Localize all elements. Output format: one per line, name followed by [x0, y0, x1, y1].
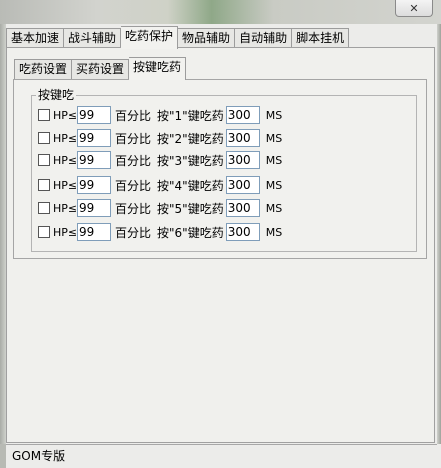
sub-tabbar: 吃药设置 买药设置 按键吃药 — [14, 57, 187, 80]
tab-combat-assist[interactable]: 战斗辅助 — [64, 28, 122, 48]
hp-percent-input[interactable] — [77, 199, 111, 217]
hotkey-row: HP≤ 百分比 按"4"键吃药 MS — [38, 174, 282, 196]
window-frame-right — [437, 24, 441, 444]
percent-label: 百分比 — [115, 153, 152, 168]
interval-ms-input[interactable] — [225, 223, 260, 241]
tab-basic-speed[interactable]: 基本加速 — [6, 28, 65, 48]
hp-percent-input[interactable] — [77, 176, 111, 194]
main-tabbar: 基本加速 战斗辅助 吃药保护 物品辅助 自动辅助 脚本挂机 — [6, 26, 350, 49]
hp-percent-input[interactable] — [77, 151, 111, 169]
hotkey-row: HP≤ 百分比 按"2"键吃药 MS — [38, 127, 282, 149]
hp-label: HP≤ — [53, 131, 78, 145]
hp-label: HP≤ — [53, 225, 78, 239]
interval-ms-input[interactable] — [225, 106, 260, 124]
ms-unit-label: MS — [265, 225, 283, 239]
hp-label: HP≤ — [53, 201, 78, 215]
enable-checkbox[interactable] — [38, 226, 50, 238]
percent-label: 百分比 — [115, 225, 152, 240]
percent-label: 百分比 — [115, 201, 152, 216]
hotkey-row: HP≤ 百分比 按"6"键吃药 MS — [38, 221, 282, 243]
close-button[interactable]: ✕ — [395, 0, 433, 17]
title-bar — [0, 0, 441, 24]
enable-checkbox[interactable] — [38, 109, 50, 121]
tab-item-assist[interactable]: 物品辅助 — [178, 28, 236, 48]
percent-label: 百分比 — [115, 178, 152, 193]
hp-label: HP≤ — [53, 153, 78, 167]
groupbox-title: 按键吃 — [36, 88, 77, 102]
interval-ms-input[interactable] — [225, 151, 260, 169]
ms-unit-label: MS — [265, 178, 283, 192]
subtab-hotkey-potion[interactable]: 按键吃药 — [129, 57, 187, 80]
percent-label: 百分比 — [115, 108, 152, 123]
hp-percent-input[interactable] — [77, 106, 111, 124]
key-label: 按"1"键吃药 — [157, 108, 224, 123]
close-icon: ✕ — [409, 1, 419, 15]
hp-percent-input[interactable] — [77, 223, 111, 241]
hp-label: HP≤ — [53, 178, 78, 192]
hp-label: HP≤ — [53, 108, 78, 122]
key-label: 按"2"键吃药 — [157, 131, 224, 146]
hotkey-row: HP≤ 百分比 按"3"键吃药 MS — [38, 149, 282, 171]
interval-ms-input[interactable] — [225, 129, 260, 147]
interval-ms-input[interactable] — [225, 176, 260, 194]
status-bar: GOM专版 — [6, 444, 437, 468]
tab-auto-assist[interactable]: 自动辅助 — [235, 28, 293, 48]
ms-unit-label: MS — [265, 108, 283, 122]
subtab-potion-settings[interactable]: 吃药设置 — [14, 59, 73, 79]
key-label: 按"6"键吃药 — [157, 225, 224, 240]
hotkey-row: HP≤ 百分比 按"1"键吃药 MS — [38, 104, 282, 126]
hotkey-row: HP≤ 百分比 按"5"键吃药 MS — [38, 197, 282, 219]
subtab-buy-potion-settings[interactable]: 买药设置 — [72, 59, 130, 79]
hp-percent-input[interactable] — [77, 129, 111, 147]
ms-unit-label: MS — [265, 153, 283, 167]
tab-potion-protect[interactable]: 吃药保护 — [121, 26, 179, 49]
percent-label: 百分比 — [115, 131, 152, 146]
key-label: 按"5"键吃药 — [157, 201, 224, 216]
enable-checkbox[interactable] — [38, 132, 50, 144]
tab-script-hangup[interactable]: 脚本挂机 — [292, 28, 350, 48]
enable-checkbox[interactable] — [38, 154, 50, 166]
status-text: GOM专版 — [12, 449, 66, 463]
ms-unit-label: MS — [265, 131, 283, 145]
interval-ms-input[interactable] — [225, 199, 260, 217]
key-label: 按"3"键吃药 — [157, 153, 224, 168]
enable-checkbox[interactable] — [38, 179, 50, 191]
enable-checkbox[interactable] — [38, 202, 50, 214]
ms-unit-label: MS — [265, 201, 283, 215]
key-label: 按"4"键吃药 — [157, 178, 224, 193]
